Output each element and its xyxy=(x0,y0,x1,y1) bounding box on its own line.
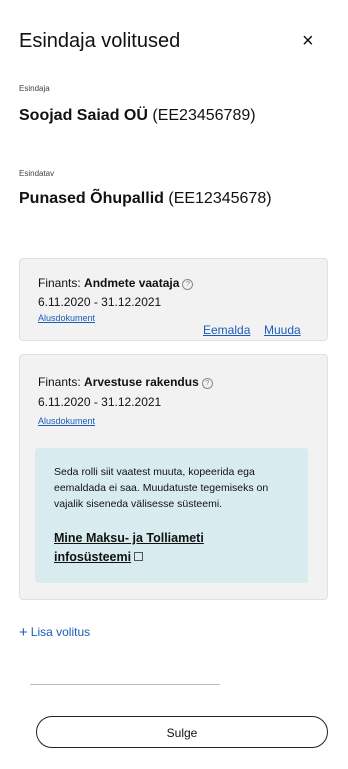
remove-link[interactable]: Eemalda xyxy=(203,323,250,337)
close-button[interactable]: Sulge xyxy=(36,716,328,748)
authorization-role: Finants: Andmete vaataja? xyxy=(38,276,194,290)
representative-code: (EE23456789) xyxy=(152,107,256,124)
add-authorization-button[interactable]: + Lisa volitus xyxy=(19,624,90,641)
edit-link[interactable]: Muuda xyxy=(264,323,301,337)
authorization-period: 6.11.2020 - 31.12.2021 xyxy=(38,295,162,309)
external-system-link-label[interactable]: Mine Maksu- ja Tolliameti infosüsteemi xyxy=(54,531,204,564)
external-system-link[interactable]: Mine Maksu- ja Tolliameti infosüsteemi xyxy=(54,529,269,567)
help-circle-icon[interactable]: ? xyxy=(201,378,213,389)
represented-label: Esindatav xyxy=(19,169,55,178)
authorization-domain: Finants: xyxy=(38,276,81,290)
authorization-role: Finants: Arvestuse rakendus? xyxy=(38,375,213,389)
represented-name: Punased Õhupallid xyxy=(19,190,164,207)
authorization-role-name: Andmete vaataja xyxy=(84,276,180,290)
panel-title: Esindaja volitused xyxy=(19,30,181,52)
authorization-role-name: Arvestuse rakendus xyxy=(84,375,199,389)
help-circle-icon[interactable]: ? xyxy=(182,279,194,290)
representative-name: Soojad Saiad OÜ xyxy=(19,107,148,124)
authorization-period: 6.11.2020 - 31.12.2021 xyxy=(38,395,162,409)
authorization-domain: Finants: xyxy=(38,375,81,389)
document-link[interactable]: Alusdokument xyxy=(38,416,95,426)
authorization-card: Finants: Andmete vaataja? 6.11.2020 - 31… xyxy=(19,258,328,341)
representative-entity: Soojad Saiad OÜ (EE23456789) xyxy=(19,107,256,125)
info-text: Seda rolli siit vaatest muuta, kopeerida… xyxy=(54,466,269,510)
close-icon[interactable]: × xyxy=(302,30,314,52)
representative-label: Esindaja xyxy=(19,84,50,93)
authorization-card: Finants: Arvestuse rakendus? 6.11.2020 -… xyxy=(19,354,328,600)
represented-code: (EE12345678) xyxy=(168,190,272,207)
external-link-icon xyxy=(134,552,144,561)
document-link[interactable]: Alusdokument xyxy=(38,313,95,323)
plus-icon: + xyxy=(19,624,28,641)
authorizations-panel: Esindaja volitused × Esindaja Soojad Sai… xyxy=(0,0,348,769)
info-notice: Seda rolli siit vaatest muuta, kopeerida… xyxy=(35,448,308,583)
divider xyxy=(30,684,220,685)
add-authorization-label: Lisa volitus xyxy=(30,625,91,639)
represented-entity: Punased Õhupallid (EE12345678) xyxy=(19,190,272,208)
